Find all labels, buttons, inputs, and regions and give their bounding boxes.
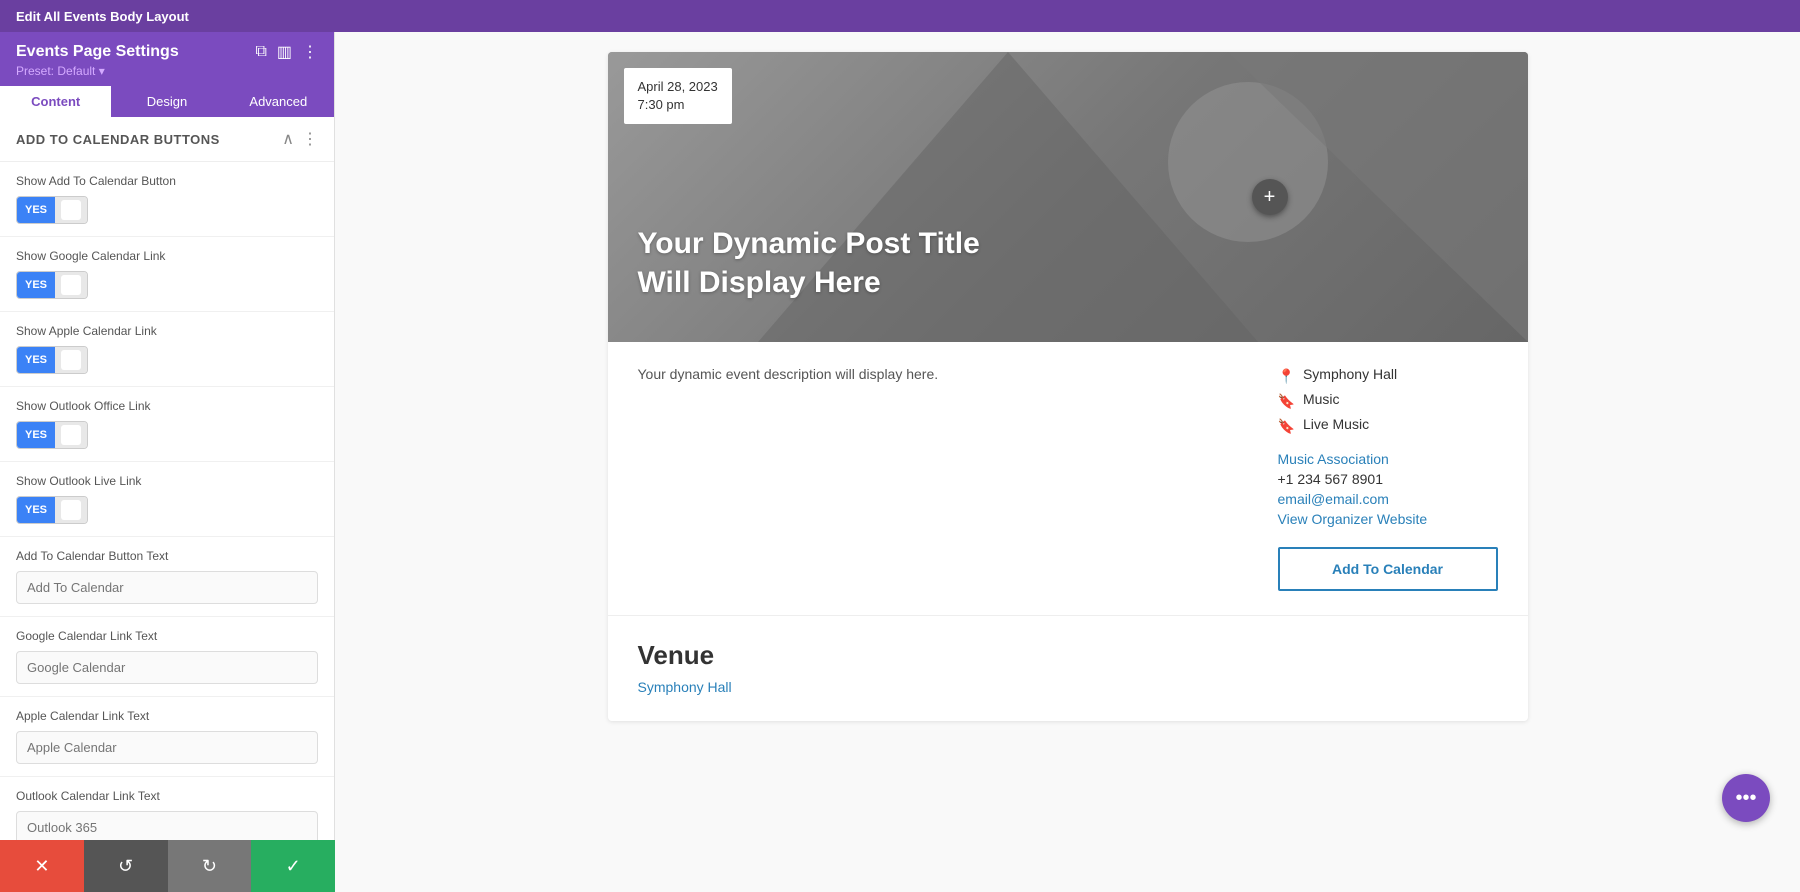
main-content: April 28, 2023 7:30 pm Your Dynamic Post… xyxy=(335,32,1800,892)
input-calendar-button-text[interactable] xyxy=(16,571,318,604)
toggle-yes-2: YES xyxy=(17,347,55,373)
collapse-icon[interactable]: ∧ xyxy=(282,129,294,149)
copy-icon[interactable]: ⧉ xyxy=(255,43,266,61)
toggle-outlook-live[interactable]: YES xyxy=(16,496,88,524)
sidebar-header: Events Page Settings ⧉ ▥ ⋮ Preset: Defau… xyxy=(0,32,334,86)
field-label-5: Add To Calendar Button Text xyxy=(16,549,318,563)
section-more-icon[interactable]: ⋮ xyxy=(302,129,318,149)
toggle-yes-0: YES xyxy=(17,197,55,223)
tag-icon-live-music: 🔖 xyxy=(1278,418,1295,435)
add-module-button[interactable]: + xyxy=(1252,179,1288,215)
organizer-phone: +1 234 567 8901 xyxy=(1278,471,1498,487)
sidebar: Events Page Settings ⧉ ▥ ⋮ Preset: Defau… xyxy=(0,32,335,892)
toggle-outlook-office[interactable]: YES xyxy=(16,421,88,449)
add-to-calendar-button[interactable]: Add To Calendar xyxy=(1278,547,1498,591)
toggle-no-4 xyxy=(55,497,87,523)
field-label-2: Show Apple Calendar Link xyxy=(16,324,318,338)
floating-action-button[interactable]: ••• xyxy=(1722,774,1770,822)
toggle-handle-0 xyxy=(61,200,81,220)
event-date-badge: April 28, 2023 7:30 pm xyxy=(624,68,732,124)
cancel-button[interactable]: ✕ xyxy=(0,840,84,892)
toggle-add-to-calendar[interactable]: YES xyxy=(16,196,88,224)
organizer-website-link[interactable]: View Organizer Website xyxy=(1278,511,1498,527)
header-icons: ⧉ ▥ ⋮ xyxy=(255,42,318,62)
top-bar: Edit All Events Body Layout xyxy=(0,0,1800,32)
columns-icon[interactable]: ▥ xyxy=(277,42,292,62)
venue-name: Symphony Hall xyxy=(1303,366,1397,382)
venue-section-title: Venue xyxy=(638,640,1498,671)
tab-design[interactable]: Design xyxy=(111,86,222,117)
venue-section: Venue Symphony Hall xyxy=(608,615,1528,721)
toggle-handle-3 xyxy=(61,425,81,445)
info-category-music: 🔖 Music xyxy=(1278,391,1498,410)
toggle-no-1 xyxy=(55,272,87,298)
more-options-icon[interactable]: ⋮ xyxy=(302,42,318,62)
category-live-music: Live Music xyxy=(1303,416,1369,432)
field-show-outlook-live: Show Outlook Live Link YES xyxy=(0,462,334,537)
field-apple-calendar-text: Apple Calendar Link Text xyxy=(0,697,334,777)
save-button[interactable]: ✓ xyxy=(251,840,335,892)
field-label-6: Google Calendar Link Text xyxy=(16,629,318,643)
event-date: April 28, 2023 xyxy=(638,78,718,96)
tag-icon-music: 🔖 xyxy=(1278,393,1295,410)
toggle-handle-2 xyxy=(61,350,81,370)
location-icon: 📍 xyxy=(1278,368,1295,385)
field-label-8: Outlook Calendar Link Text xyxy=(16,789,318,803)
field-google-calendar-text: Google Calendar Link Text xyxy=(0,617,334,697)
toggle-no-3 xyxy=(55,422,87,448)
field-label-1: Show Google Calendar Link xyxy=(16,249,318,263)
toggle-yes-1: YES xyxy=(17,272,55,298)
event-time: 7:30 pm xyxy=(638,96,718,114)
section-header-calendar: Add To Calendar Buttons ∧ ⋮ xyxy=(0,117,334,162)
field-show-add-to-calendar: Show Add To Calendar Button YES xyxy=(0,162,334,237)
input-apple-calendar-text[interactable] xyxy=(16,731,318,764)
organizer-email-link[interactable]: email@email.com xyxy=(1278,491,1498,507)
toggle-no-0 xyxy=(55,197,87,223)
field-show-google-calendar: Show Google Calendar Link YES xyxy=(0,237,334,312)
event-description: Your dynamic event description will disp… xyxy=(638,366,1238,591)
field-label-3: Show Outlook Office Link xyxy=(16,399,318,413)
organizer-name-link[interactable]: Music Association xyxy=(1278,451,1498,467)
field-calendar-button-text: Add To Calendar Button Text xyxy=(0,537,334,617)
toggle-google-calendar[interactable]: YES xyxy=(16,271,88,299)
sidebar-content: Add To Calendar Buttons ∧ ⋮ Show Add To … xyxy=(0,117,334,892)
tab-advanced[interactable]: Advanced xyxy=(223,86,334,117)
event-card: April 28, 2023 7:30 pm Your Dynamic Post… xyxy=(608,52,1528,721)
sidebar-title: Events Page Settings xyxy=(16,43,179,61)
info-category-live-music: 🔖 Live Music xyxy=(1278,416,1498,435)
field-show-outlook-office: Show Outlook Office Link YES xyxy=(0,387,334,462)
toggle-no-2 xyxy=(55,347,87,373)
toggle-handle-1 xyxy=(61,275,81,295)
organizer-info: Music Association +1 234 567 8901 email@… xyxy=(1278,451,1498,527)
toggle-yes-3: YES xyxy=(17,422,55,448)
sidebar-preset[interactable]: Preset: Default ▾ xyxy=(16,64,318,78)
undo-button[interactable]: ↺ xyxy=(84,840,168,892)
toggle-yes-4: YES xyxy=(17,497,55,523)
event-title: Your Dynamic Post Title Will Display Her… xyxy=(638,224,1038,302)
info-venue: 📍 Symphony Hall xyxy=(1278,366,1498,385)
tab-content[interactable]: Content xyxy=(0,86,111,117)
event-banner: April 28, 2023 7:30 pm Your Dynamic Post… xyxy=(608,52,1528,342)
event-sidebar-info: 📍 Symphony Hall 🔖 Music 🔖 Live Music Mus… xyxy=(1278,366,1498,591)
toggle-handle-4 xyxy=(61,500,81,520)
field-label-0: Show Add To Calendar Button xyxy=(16,174,318,188)
section-title: Add To Calendar Buttons xyxy=(16,132,220,147)
venue-link[interactable]: Symphony Hall xyxy=(638,679,732,695)
redo-button[interactable]: ↻ xyxy=(168,840,252,892)
bottom-bar: ✕ ↺ ↻ ✓ xyxy=(0,840,335,892)
field-label-4: Show Outlook Live Link xyxy=(16,474,318,488)
input-google-calendar-text[interactable] xyxy=(16,651,318,684)
top-bar-title: Edit All Events Body Layout xyxy=(16,9,189,24)
field-show-apple-calendar: Show Apple Calendar Link YES xyxy=(0,312,334,387)
sidebar-tabs: Content Design Advanced xyxy=(0,86,334,117)
field-label-7: Apple Calendar Link Text xyxy=(16,709,318,723)
toggle-apple-calendar[interactable]: YES xyxy=(16,346,88,374)
category-music: Music xyxy=(1303,391,1340,407)
event-body: Your dynamic event description will disp… xyxy=(608,342,1528,615)
section-actions: ∧ ⋮ xyxy=(282,129,318,149)
